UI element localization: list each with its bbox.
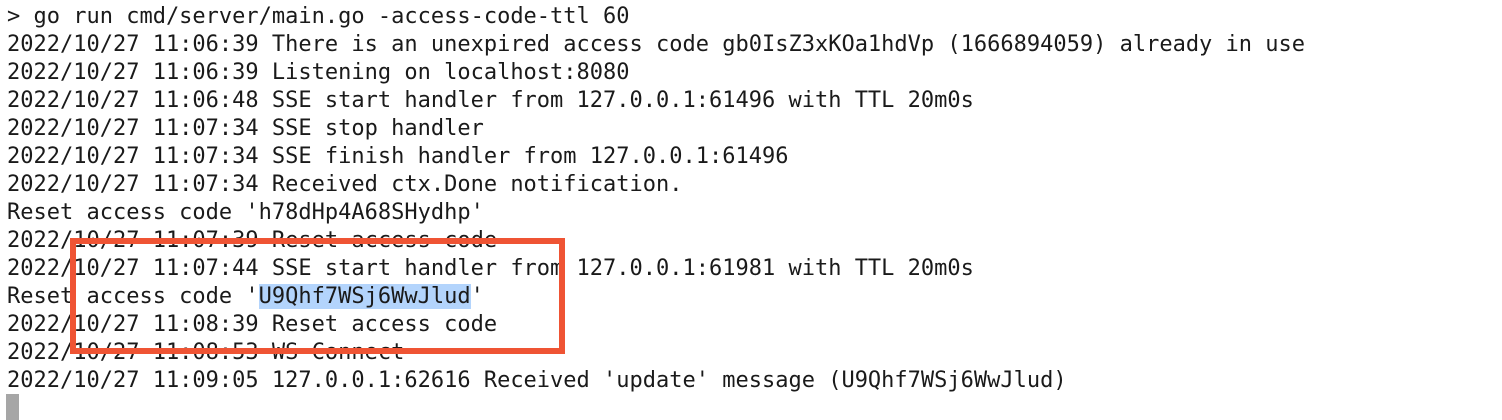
- terminal-cursor: [6, 394, 19, 420]
- log-line: Reset access code 'h78dHp4A68SHydhp': [7, 200, 484, 225]
- log-line: 2022/10/27 11:06:39 There is an unexpire…: [7, 32, 1306, 57]
- log-line: 2022/10/27 11:06:48 SSE start handler fr…: [7, 88, 974, 113]
- log-line: 2022/10/27 11:07:34 SSE finish handler f…: [7, 144, 789, 169]
- annotation-highlight-box: [70, 238, 565, 354]
- log-line: 2022/10/27 11:09:05 127.0.0.1:62616 Rece…: [7, 368, 1067, 393]
- terminal-command-line: > go run cmd/server/main.go -access-code…: [7, 4, 630, 29]
- terminal-window[interactable]: > go run cmd/server/main.go -access-code…: [0, 0, 1502, 420]
- log-line: 2022/10/27 11:06:39 Listening on localho…: [7, 60, 630, 85]
- log-line: 2022/10/27 11:07:34 SSE stop handler: [7, 116, 484, 141]
- log-line: 2022/10/27 11:07:34 Received ctx.Done no…: [7, 172, 683, 197]
